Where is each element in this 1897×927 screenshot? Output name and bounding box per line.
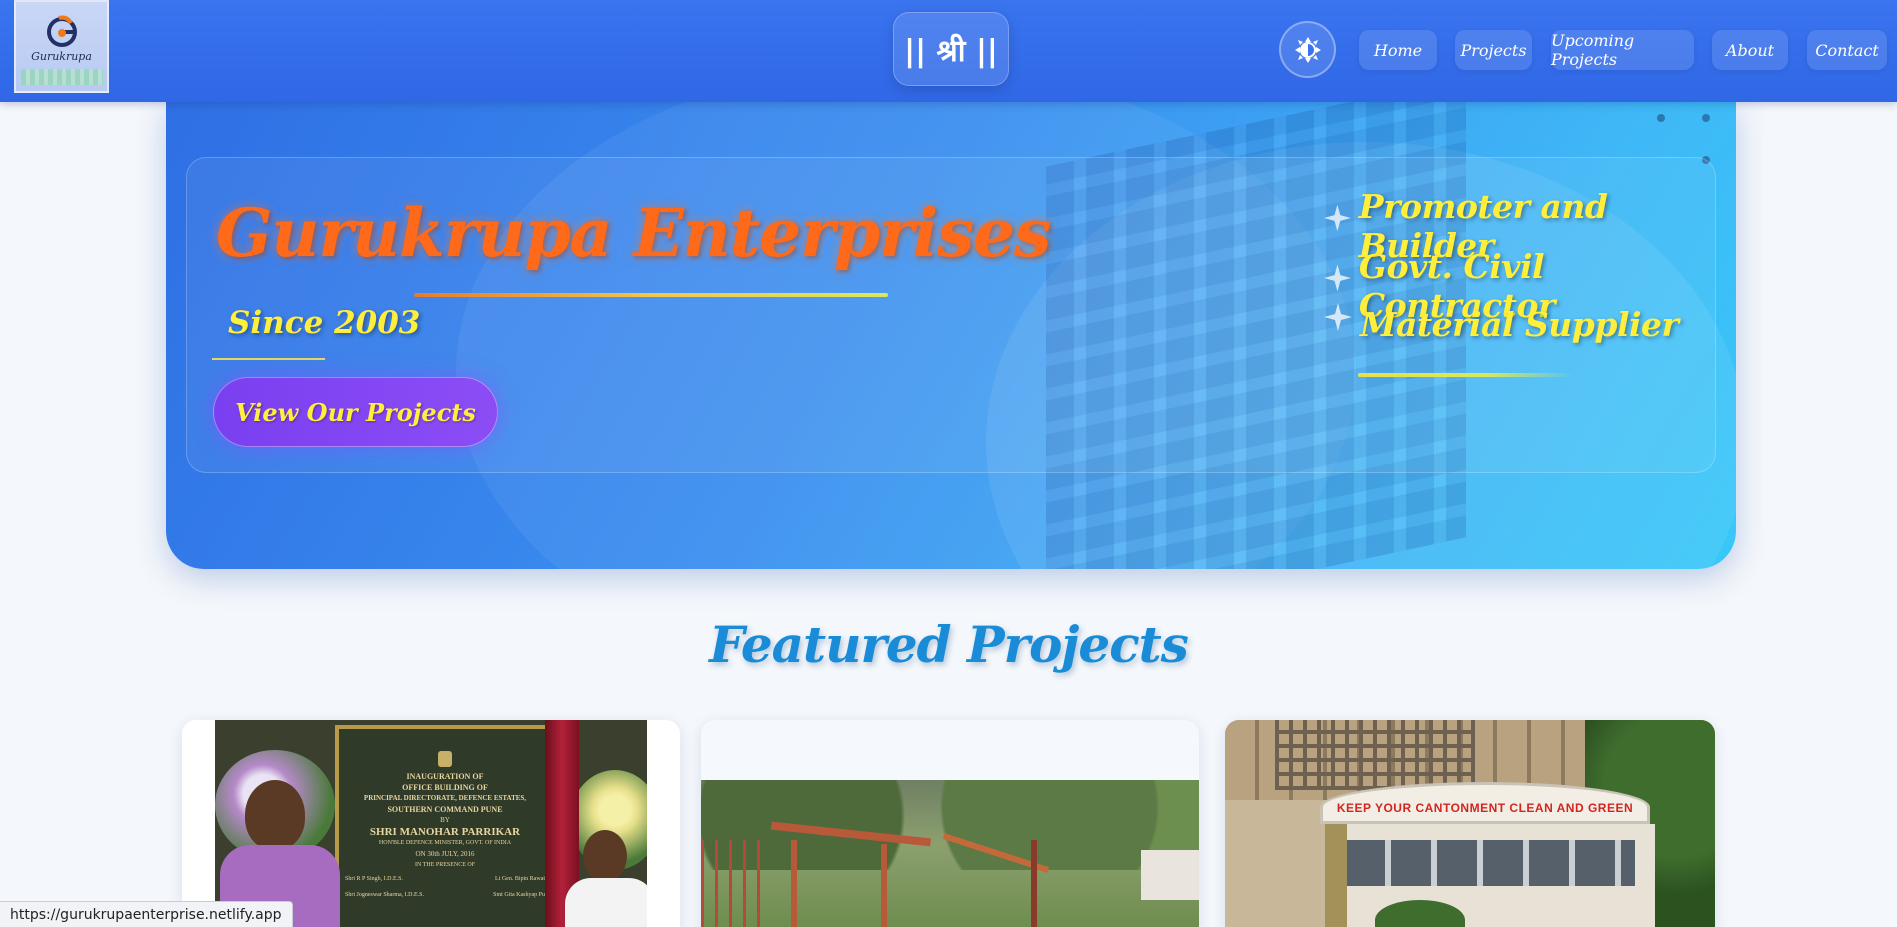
project-photo: INAUGURATION OF OFFICE BUILDING OF PRINC… — [215, 720, 647, 927]
service-label: Material Supplier — [1360, 305, 1679, 344]
plaque-line: HON'BLE DEFENCE MINISTER, GOVT. OF INDIA — [378, 840, 512, 846]
sparkle-icon — [1324, 302, 1352, 331]
services-underline — [1358, 373, 1573, 377]
plaque-line: IN THE PRESENCE OF — [414, 862, 476, 868]
since-underline — [212, 358, 325, 360]
navbar: Gurukrupa || श्री || Home Projects Upcom… — [0, 0, 1897, 102]
sun-icon — [1294, 36, 1321, 63]
featured-projects-heading: Featured Projects — [709, 615, 1189, 674]
plaque-line: Shri R P Singh, I.D.E.S. — [345, 876, 403, 882]
fence — [701, 840, 771, 927]
project-card[interactable]: KEEP YOUR CANTONMENT CLEAN AND GREEN — [1225, 720, 1715, 927]
title-underline — [414, 293, 888, 297]
plaque-line: Lt Gen. Bipin Rawat — [495, 876, 545, 882]
project-photo: KEEP YOUR CANTONMENT CLEAN AND GREEN — [1225, 720, 1715, 927]
building — [1141, 850, 1199, 900]
sparkle-icon — [1324, 204, 1351, 232]
logo-g-icon — [46, 15, 77, 47]
sign-text: KEEP YOUR CANTONMENT CLEAN AND GREEN — [1336, 801, 1634, 815]
hero-section: Gurukrupa Enterprises Since 2003 View Ou… — [166, 102, 1736, 569]
view-projects-button[interactable]: View Our Projects — [213, 377, 498, 447]
inauguration-plaque: INAUGURATION OF OFFICE BUILDING OF PRINC… — [335, 725, 555, 927]
play-structure — [881, 844, 887, 927]
service-item: Material Supplier — [1324, 302, 1679, 344]
project-card[interactable]: INAUGURATION OF OFFICE BUILDING OF PRINC… — [182, 720, 680, 927]
logo[interactable]: Gurukrupa — [14, 0, 109, 93]
emblem-icon — [438, 751, 452, 767]
logo-text: Gurukrupa — [31, 50, 92, 63]
plaque-line: INAUGURATION OF — [406, 772, 484, 781]
decor-dot — [1702, 114, 1710, 122]
status-bar-url: https://gurukrupaenterprise.netlify.app — [0, 901, 293, 927]
nav-upcoming-projects[interactable]: Upcoming Projects — [1551, 30, 1694, 70]
plaque-line: SOUTHERN COMMAND PUNE — [387, 805, 503, 814]
plaque-line: Shri Jogneswar Sharma, I.D.E.S. — [345, 892, 424, 898]
project-photo — [701, 780, 1199, 927]
theme-toggle-button[interactable] — [1279, 21, 1336, 78]
play-structure — [1031, 840, 1037, 927]
plaque-line: BY — [440, 816, 450, 824]
gate-pillar — [1325, 824, 1347, 927]
shri-badge: || श्री || — [893, 12, 1009, 86]
logo-skyline — [20, 69, 103, 85]
plaque-line: OFFICE BUILDING OF — [402, 783, 488, 792]
project-card[interactable] — [701, 720, 1199, 927]
person-head — [245, 780, 305, 850]
plaque-line: SHRI MANOHAR PARRIKAR — [369, 826, 521, 838]
play-structure — [791, 840, 797, 927]
since-text: Since 2003 — [228, 305, 421, 341]
nav-home[interactable]: Home — [1359, 30, 1437, 70]
nav-projects[interactable]: Projects — [1455, 30, 1532, 70]
nav-contact[interactable]: Contact — [1807, 30, 1887, 70]
plaque-line: Smt Gita Kashyap Pu — [493, 892, 545, 898]
gate-arch-sign: KEEP YOUR CANTONMENT CLEAN AND GREEN — [1320, 782, 1650, 824]
plaque-line: PRINCIPAL DIRECTORATE, DEFENCE ESTATES, — [363, 794, 527, 802]
plaque-line: ON 30th JULY, 2016 — [415, 850, 475, 858]
nav-about[interactable]: About — [1712, 30, 1788, 70]
gate-windows — [1345, 840, 1635, 886]
decor-dot — [1657, 114, 1665, 122]
company-title: Gurukrupa Enterprises — [216, 194, 1051, 272]
sparkle-icon — [1324, 264, 1351, 292]
person-head — [583, 830, 627, 882]
person-shirt — [565, 878, 647, 927]
window-grille — [1275, 720, 1475, 790]
